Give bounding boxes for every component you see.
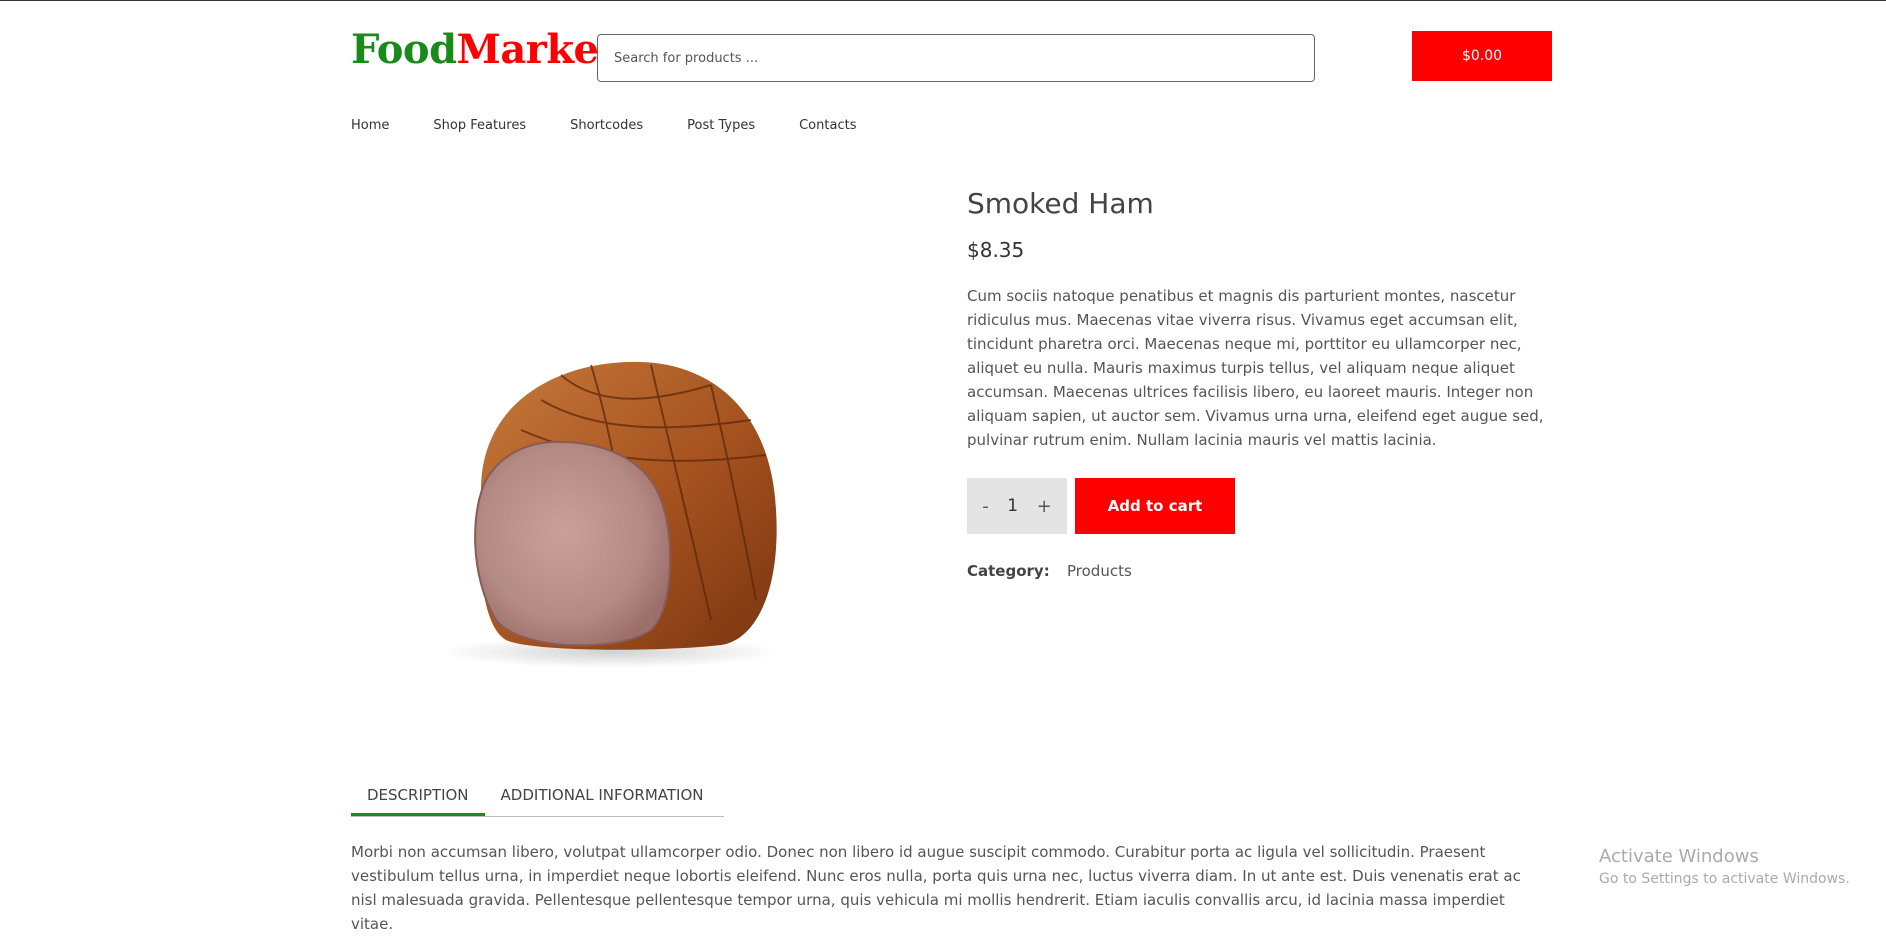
product-title: Smoked Ham [967, 187, 1154, 220]
add-to-cart-button[interactable]: Add to cart [1075, 478, 1235, 534]
product-short-description: Cum sociis natoque penatibus et magnis d… [967, 287, 1544, 449]
nav-item-home[interactable]: Home [351, 116, 389, 136]
search-input[interactable] [597, 34, 1315, 82]
category-link[interactable]: Products [1067, 562, 1132, 580]
product-price: $8.35 [967, 238, 1025, 262]
nav-item-contacts[interactable]: Contacts [799, 116, 856, 136]
cart-button[interactable]: $0.00 [1412, 31, 1552, 81]
quantity-stepper: - 1 + [967, 478, 1067, 534]
logo-text-market: Market [456, 26, 617, 73]
tab-description[interactable]: DESCRIPTION [351, 776, 485, 816]
logo-text-food: Food [351, 26, 457, 73]
product-tabs: DESCRIPTION ADDITIONAL INFORMATION [351, 776, 724, 817]
quantity-increase-button[interactable]: + [1037, 496, 1052, 517]
watermark-subtitle: Go to Settings to activate Windows. [1599, 871, 1850, 887]
windows-activation-watermark: Activate Windows Go to Settings to activ… [1599, 846, 1850, 887]
page-container: FoodMarket $0.00 Home Shop Features Shor… [351, 0, 1553, 933]
product-image[interactable] [411, 340, 791, 670]
tab-description-content: Morbi non accumsan libero, volutpat ulla… [351, 843, 1521, 933]
tab-additional-information[interactable]: ADDITIONAL INFORMATION [485, 776, 720, 816]
nav-item-shop-features[interactable]: Shop Features [433, 116, 526, 136]
add-to-cart-form: - 1 + Add to cart [967, 478, 1553, 534]
smoked-ham-image [441, 361, 781, 668]
product-meta: Category: Products [967, 562, 1553, 580]
quantity-input[interactable]: 1 [1007, 496, 1018, 516]
main-nav: Home Shop Features Shortcodes Post Types… [351, 116, 900, 136]
product-summary: Smoked Ham $8.35 Cum sociis natoque pena… [967, 180, 1553, 580]
quantity-decrease-button[interactable]: - [982, 496, 989, 517]
watermark-title: Activate Windows [1599, 846, 1759, 867]
site-logo[interactable]: FoodMarket [351, 26, 617, 74]
nav-item-post-types[interactable]: Post Types [687, 116, 755, 136]
nav-item-shortcodes[interactable]: Shortcodes [570, 116, 643, 136]
category-label: Category: [967, 562, 1050, 580]
